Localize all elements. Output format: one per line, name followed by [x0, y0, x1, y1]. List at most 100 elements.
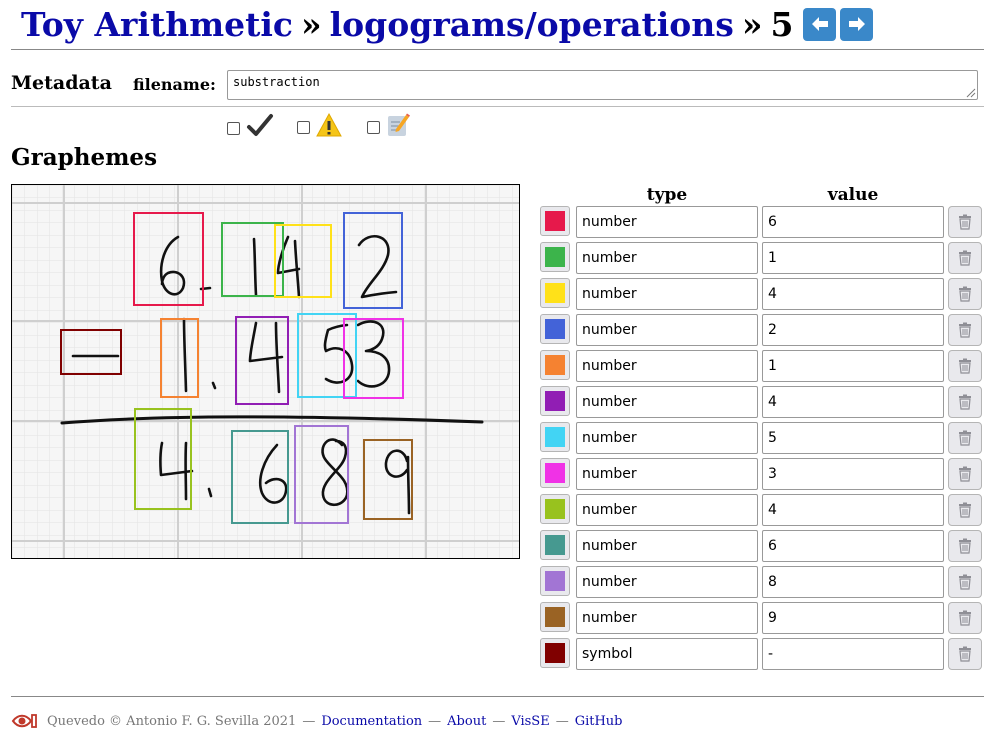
value-field[interactable]: 5	[762, 422, 944, 454]
value-field[interactable]: 3	[762, 458, 944, 490]
graphemes-title: Graphemes	[11, 144, 158, 171]
warning-icon	[316, 112, 342, 137]
type-field[interactable]: symbol	[576, 638, 758, 670]
footer-separator: —	[555, 713, 569, 729]
trash-icon	[959, 250, 971, 266]
color-swatch	[545, 319, 565, 339]
color-button[interactable]	[540, 494, 570, 524]
flag-checked[interactable]	[227, 112, 274, 140]
column-header-value: value	[827, 185, 879, 205]
footer-divider	[11, 696, 984, 697]
value-field[interactable]: 4	[762, 278, 944, 310]
color-button[interactable]	[540, 638, 570, 668]
color-swatch	[545, 499, 565, 519]
trash-icon	[959, 430, 971, 446]
flag-edit[interactable]	[367, 112, 410, 138]
color-button[interactable]	[540, 314, 570, 344]
value-field[interactable]: 1	[762, 242, 944, 274]
value-field[interactable]: -	[762, 638, 944, 670]
color-swatch	[545, 283, 565, 303]
color-button[interactable]	[540, 566, 570, 596]
color-swatch	[545, 247, 565, 267]
delete-button[interactable]	[948, 458, 982, 490]
trash-icon	[959, 286, 971, 302]
delete-button[interactable]	[948, 494, 982, 526]
trash-icon	[959, 214, 971, 230]
color-swatch	[545, 211, 565, 231]
color-button[interactable]	[540, 242, 570, 272]
color-button[interactable]	[540, 386, 570, 416]
item-number: 5	[770, 4, 794, 44]
value-field[interactable]: 4	[762, 494, 944, 526]
flag-checkbox[interactable]	[367, 120, 380, 134]
type-field[interactable]: number	[576, 386, 758, 418]
handwritten-operation-image	[12, 185, 519, 558]
breadcrumb-app-link[interactable]: Toy Arithmetic	[21, 5, 293, 44]
value-field[interactable]: 6	[762, 206, 944, 238]
metadata-title: Metadata	[11, 72, 112, 94]
logogram-image-canvas[interactable]	[11, 184, 520, 559]
type-field[interactable]: number	[576, 242, 758, 274]
flag-checkbox[interactable]	[227, 121, 240, 135]
delete-button[interactable]	[948, 242, 982, 274]
type-field[interactable]: number	[576, 530, 758, 562]
color-button[interactable]	[540, 350, 570, 380]
type-field[interactable]: number	[576, 206, 758, 238]
type-field[interactable]: number	[576, 566, 758, 598]
filename-label: filename:	[133, 75, 216, 94]
type-field[interactable]: number	[576, 314, 758, 346]
trash-icon	[959, 538, 971, 554]
delete-button[interactable]	[948, 638, 982, 670]
type-field[interactable]: number	[576, 350, 758, 382]
delete-button[interactable]	[948, 350, 982, 382]
value-field[interactable]: 4	[762, 386, 944, 418]
flag-warning[interactable]	[297, 112, 342, 138]
breadcrumb-collection-link[interactable]: logograms/operations	[330, 5, 734, 44]
delete-button[interactable]	[948, 422, 982, 454]
documentation-link[interactable]: Documentation	[321, 714, 422, 729]
about-link[interactable]: About	[447, 714, 486, 729]
header-divider	[11, 49, 984, 50]
delete-button[interactable]	[948, 206, 982, 238]
delete-button[interactable]	[948, 566, 982, 598]
metadata-divider	[11, 106, 984, 107]
value-field[interactable]: 2	[762, 314, 944, 346]
next-item-button[interactable]	[840, 7, 874, 41]
delete-button[interactable]	[948, 602, 982, 634]
type-field[interactable]: number	[576, 458, 758, 490]
delete-button[interactable]	[948, 314, 982, 346]
flag-checkbox[interactable]	[297, 120, 310, 134]
color-swatch	[545, 571, 565, 591]
checkmark-icon	[247, 114, 273, 136]
eye-logo-icon	[11, 714, 37, 728]
color-button[interactable]	[540, 422, 570, 452]
footer-separator: —	[428, 713, 442, 729]
color-button[interactable]	[540, 602, 570, 632]
type-field[interactable]: number	[576, 278, 758, 310]
memo-icon	[388, 113, 410, 136]
breadcrumb-separator: »	[301, 4, 322, 44]
value-field[interactable]: 6	[762, 530, 944, 562]
value-field[interactable]: 8	[762, 566, 944, 598]
trash-icon	[959, 574, 971, 590]
delete-button[interactable]	[948, 278, 982, 310]
previous-item-button[interactable]	[803, 7, 837, 41]
filename-field[interactable]: substraction	[227, 70, 978, 100]
color-button[interactable]	[540, 458, 570, 488]
visse-link[interactable]: VisSE	[511, 714, 549, 729]
footer: Quevedo © Antonio F. G. Sevilla 2021 — D…	[11, 711, 623, 731]
breadcrumb: Toy Arithmetic » logograms/operations » …	[21, 2, 874, 46]
color-button[interactable]	[540, 278, 570, 308]
type-field[interactable]: number	[576, 422, 758, 454]
color-button[interactable]	[540, 530, 570, 560]
type-field[interactable]: number	[576, 494, 758, 526]
column-header-type: type	[646, 185, 688, 205]
value-field[interactable]: 9	[762, 602, 944, 634]
color-button[interactable]	[540, 206, 570, 236]
value-field[interactable]: 1	[762, 350, 944, 382]
delete-button[interactable]	[948, 530, 982, 562]
arrow-right-icon	[848, 17, 865, 31]
github-link[interactable]: GitHub	[575, 714, 623, 729]
type-field[interactable]: number	[576, 602, 758, 634]
delete-button[interactable]	[948, 386, 982, 418]
